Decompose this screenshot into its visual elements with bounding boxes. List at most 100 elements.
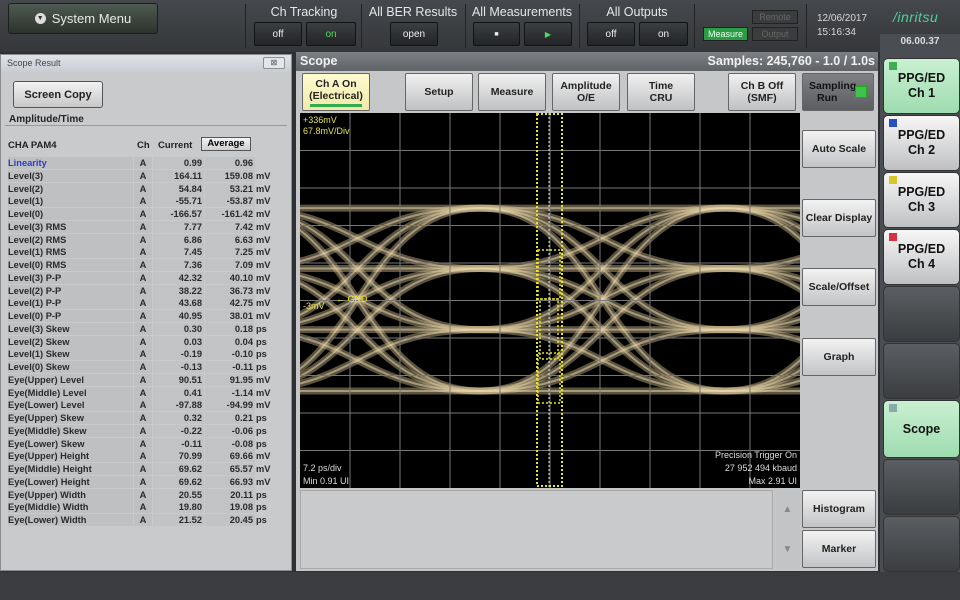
close-icon[interactable]: ⊠ (263, 57, 285, 69)
scope-nav-button[interactable]: Scope (883, 400, 960, 458)
metric-name: Eye(Middle) Level (8, 386, 133, 399)
ch2-color-icon (889, 119, 897, 127)
ch-a-button[interactable]: Ch A On (Electrical) (302, 73, 370, 111)
clear-display-button[interactable]: Clear Display (802, 199, 876, 237)
metric-name: Level(0) Skew (8, 361, 133, 373)
histogram-button[interactable]: Histogram (802, 490, 876, 528)
current-value: -0.19 (153, 348, 204, 361)
output-indicator: Output (752, 27, 798, 41)
unit: mV (256, 221, 271, 232)
current-value: 38.22 (153, 284, 204, 297)
table-row: Level(0) RMS A 7.36 7.09 mV (6, 259, 276, 272)
scroll-up-icon[interactable]: ▲ (775, 490, 800, 530)
marker-button[interactable]: Marker (802, 530, 876, 568)
channel: A (134, 361, 152, 373)
timebase: 7.2 ps/div (303, 463, 342, 473)
average-value: 20.45 (205, 514, 255, 526)
channel: A (134, 271, 152, 284)
ch-tracking-off-button[interactable]: off (254, 22, 302, 46)
current-value: 7.36 (153, 259, 204, 271)
channel: A (134, 169, 152, 182)
average-value: -0.10 (205, 348, 255, 361)
ch-tracking-on-button[interactable]: on (306, 22, 356, 46)
measure-button[interactable]: Measure (478, 73, 546, 111)
average-value: 159.08 (205, 169, 255, 182)
baud-rate: 27 952 494 kbaud (724, 463, 797, 473)
metric-name: Eye(Lower) Skew (8, 437, 133, 450)
time-button[interactable]: Time CRU (627, 73, 695, 111)
unit: mV (256, 387, 271, 398)
ppg-ed-ch3-button[interactable]: PPG/ED Ch 3 (883, 172, 960, 228)
unit: ps (256, 336, 267, 347)
current-value: 69.62 (153, 475, 204, 488)
all-outputs-label: All Outputs (606, 5, 668, 19)
sampling-run-button[interactable]: Sampling Run (802, 73, 874, 111)
channel: A (134, 284, 152, 297)
start-button[interactable]: ▶ (524, 22, 572, 46)
group-label: Amplitude/Time (7, 114, 86, 125)
average-button[interactable]: Average (201, 137, 251, 151)
channel: A (134, 182, 152, 195)
bottom-bar (0, 572, 960, 600)
samples-readout: Samples: 245,760 - 1.0 / 1.0s (707, 54, 875, 68)
ch-b-button[interactable]: Ch B Off (SMF) (728, 73, 796, 111)
setup-button[interactable]: Setup (405, 73, 473, 111)
empty-slot-button[interactable] (883, 516, 960, 572)
amplitude-button[interactable]: Amplitude O/E (552, 73, 620, 111)
metric-name: Eye(Upper) Level (8, 373, 133, 386)
scope-title: Scope (300, 54, 338, 68)
auto-scale-button[interactable]: Auto Scale (802, 130, 876, 168)
table-row: Eye(Lower) Width A 21.52 20.45 ps (6, 514, 276, 527)
metric-name: Eye(Middle) Width (8, 501, 133, 514)
eye-trace (724, 207, 800, 241)
metric-name: Level(1) RMS (8, 246, 133, 259)
channel: A (134, 412, 152, 424)
unit: mV (256, 464, 271, 474)
unit: mV (256, 260, 271, 270)
unit: mV (256, 476, 271, 487)
metric-name: Level(2) Skew (8, 335, 133, 348)
empty-slot-button[interactable] (883, 343, 960, 399)
scope-panel: Scope Samples: 245,760 - 1.0 / 1.0s Ch A… (296, 52, 878, 571)
all-outputs-off-button[interactable]: off (587, 22, 635, 46)
average-value: -0.06 (205, 424, 255, 437)
stop-button[interactable]: ■ (473, 22, 520, 46)
ppg-ed-ch1-button[interactable]: PPG/ED Ch 1 (883, 58, 960, 114)
scope-header: Scope Samples: 245,760 - 1.0 / 1.0s (296, 52, 878, 71)
graph-button[interactable]: Graph (802, 338, 876, 376)
system-menu-button[interactable]: ▼ System Menu (8, 3, 158, 34)
average-value: 36.73 (205, 284, 255, 297)
empty-slot-button[interactable] (883, 459, 960, 515)
table-row: Level(3) A 164.11 159.08 mV (6, 169, 276, 183)
current-value: 19.80 (153, 501, 204, 514)
top-toolbar: ▼ System Menu Ch Tracking off on All BER … (0, 0, 960, 52)
channel: A (134, 195, 152, 208)
scroll-down-icon[interactable]: ▼ (775, 530, 800, 569)
unit: mV (256, 183, 271, 194)
screen-copy-button[interactable]: Screen Copy (13, 81, 103, 108)
channel: A (134, 157, 152, 169)
ppg-ed-ch2-button[interactable]: PPG/ED Ch 2 (883, 115, 960, 171)
metric-name: Eye(Lower) Height (8, 475, 133, 488)
average-value: 53.21 (205, 182, 255, 195)
table-row: Level(3) Skew A 0.30 0.18 ps (6, 322, 276, 336)
voltage-scale: 67.8mV/Div (303, 126, 350, 136)
current-value: 21.52 (153, 514, 204, 526)
channel: A (134, 488, 152, 501)
table-row: Level(1) A -55.71 -53.87 mV (6, 195, 276, 208)
all-ber-open-button[interactable]: open (390, 22, 438, 46)
scale-offset-button[interactable]: Scale/Offset (802, 268, 876, 306)
unit: ps (256, 362, 267, 372)
ppg-ed-ch4-button[interactable]: PPG/ED Ch 4 (883, 229, 960, 285)
average-value: 6.63 (205, 233, 255, 246)
average-value: 38.01 (205, 310, 255, 322)
all-outputs-on-button[interactable]: on (639, 22, 688, 46)
channel: A (134, 322, 152, 335)
current-value: 70.99 (153, 450, 204, 463)
average-value: 0.04 (205, 335, 255, 348)
metric-name: Eye(Lower) Width (8, 514, 133, 526)
average-value: 91.95 (205, 373, 255, 386)
empty-slot-button[interactable] (883, 286, 960, 342)
metric-name: Eye(Upper) Skew (8, 412, 133, 424)
channel: A (134, 450, 152, 463)
